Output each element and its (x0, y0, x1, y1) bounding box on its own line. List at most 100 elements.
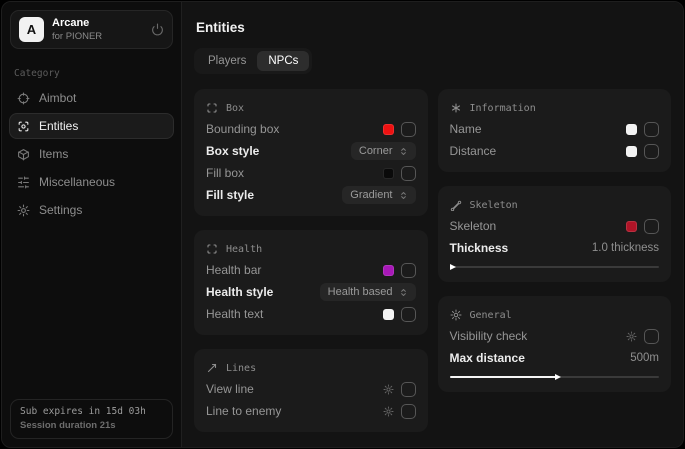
slider-thumb[interactable] (450, 264, 456, 270)
slider-thumb[interactable] (555, 374, 561, 380)
setting-row-visibility-check: Visibility check (450, 325, 660, 347)
sidebar-item-miscellaneous[interactable]: Miscellaneous (9, 169, 174, 195)
card-title: General (470, 310, 512, 321)
max-distance-value: 500m (630, 352, 659, 364)
sidebar-item-entities[interactable]: Entities (9, 113, 174, 139)
row-label: Health style (206, 285, 273, 299)
color-swatch[interactable] (383, 309, 394, 320)
package-icon (17, 148, 30, 161)
health-card-header: Health (206, 239, 416, 259)
main-panel: Entities Players NPCs Box (182, 2, 683, 447)
color-swatch[interactable] (626, 124, 637, 135)
health-card: Health Health bar Health style Health ba… (194, 230, 428, 335)
thickness-slider[interactable] (450, 262, 660, 272)
color-swatch[interactable] (383, 124, 394, 135)
row-label: Distance (450, 144, 497, 158)
box-style-dropdown[interactable]: Corner (351, 142, 416, 160)
session-duration-text: Session duration 21s (20, 420, 163, 431)
general-card-header: General (450, 305, 660, 325)
setting-row-fill-style: Fill style Gradient (206, 184, 416, 206)
checkbox[interactable] (401, 166, 416, 181)
sidebar-item-label: Entities (39, 119, 78, 133)
setting-row-box-style: Box style Corner (206, 140, 416, 162)
setting-row-max-distance: Max distance 500m (450, 347, 660, 369)
card-title: Skeleton (470, 200, 518, 211)
row-label: Fill style (206, 188, 254, 202)
app-window: A Arcane for PIONER Category A (1, 1, 684, 448)
skeleton-card: Skeleton Skeleton Thickness 1.0 thicknes… (438, 186, 672, 282)
scan-corners-icon (206, 243, 218, 255)
box-card-header: Box (206, 98, 416, 118)
crosshair-icon (17, 92, 30, 105)
sliders-icon (17, 176, 30, 189)
dropdown-value: Corner (359, 145, 393, 157)
checkbox[interactable] (401, 382, 416, 397)
tab-npcs[interactable]: NPCs (257, 51, 309, 71)
sidebar-item-label: Settings (39, 203, 82, 217)
card-title: Lines (226, 363, 256, 374)
row-label: Name (450, 122, 482, 136)
checkbox[interactable] (401, 263, 416, 278)
checkbox[interactable] (401, 122, 416, 137)
skeleton-card-header: Skeleton (450, 195, 660, 215)
thickness-value: 1.0 thickness (592, 242, 659, 254)
row-label: Bounding box (206, 122, 279, 136)
chevrons-up-down-icon (399, 147, 408, 156)
brand-subtitle: for PIONER (52, 31, 151, 42)
brand-text: Arcane for PIONER (52, 17, 151, 42)
information-card-header: Information (450, 98, 660, 118)
sidebar-item-settings[interactable]: Settings (9, 197, 174, 223)
row-label: Max distance (450, 351, 525, 365)
card-title: Health (226, 244, 262, 255)
fill-style-dropdown[interactable]: Gradient (342, 186, 415, 204)
subscription-info-card: Sub expires in 15d 03h Session duration … (10, 399, 173, 439)
card-title: Information (470, 103, 536, 114)
sidebar-item-label: Aimbot (39, 91, 76, 105)
checkbox[interactable] (644, 122, 659, 137)
entity-scan-icon (17, 120, 30, 133)
row-label: Health bar (206, 263, 261, 277)
brand-logo: A (19, 17, 44, 42)
slider-fill (450, 376, 559, 378)
sub-expiry-text: Sub expires in 15d 03h (20, 406, 163, 417)
checkbox[interactable] (644, 144, 659, 159)
row-label: Health text (206, 307, 263, 321)
tab-players[interactable]: Players (197, 51, 257, 71)
checkbox[interactable] (401, 307, 416, 322)
health-style-dropdown[interactable]: Health based (320, 283, 416, 301)
setting-row-distance: Distance (450, 140, 660, 162)
setting-row-thickness: Thickness 1.0 thickness (450, 237, 660, 259)
checkbox[interactable] (401, 404, 416, 419)
box-card: Box Bounding box Box style Corner (194, 89, 428, 216)
setting-row-line-to-enemy: Line to enemy (206, 400, 416, 422)
checkbox[interactable] (644, 329, 659, 344)
sidebar-item-label: Items (39, 147, 68, 161)
brand-card: A Arcane for PIONER (10, 10, 173, 49)
checkbox[interactable] (644, 219, 659, 234)
sidebar: A Arcane for PIONER Category A (2, 2, 182, 447)
sidebar-item-aimbot[interactable]: Aimbot (9, 85, 174, 111)
setting-row-skeleton: Skeleton (450, 215, 660, 237)
color-swatch[interactable] (626, 221, 637, 232)
card-title: Box (226, 103, 244, 114)
dropdown-value: Health based (328, 286, 393, 298)
chevrons-up-down-icon (399, 288, 408, 297)
gear-icon (450, 309, 462, 321)
sidebar-item-items[interactable]: Items (9, 141, 174, 167)
color-swatch[interactable] (383, 265, 394, 276)
color-swatch[interactable] (626, 146, 637, 157)
color-swatch[interactable] (383, 168, 394, 179)
gear-icon[interactable] (383, 384, 394, 395)
row-label: Line to enemy (206, 404, 281, 418)
diagonal-line-icon (206, 362, 218, 374)
gear-icon[interactable] (626, 331, 637, 342)
row-label: Thickness (450, 241, 509, 255)
row-label: Fill box (206, 166, 244, 180)
sidebar-nav: Aimbot Entities Items (2, 84, 181, 224)
gear-icon[interactable] (383, 406, 394, 417)
setting-row-health-style: Health style Health based (206, 281, 416, 303)
max-distance-slider[interactable] (450, 372, 660, 382)
power-icon[interactable] (151, 23, 164, 36)
bone-icon (450, 199, 462, 211)
row-label: Box style (206, 144, 259, 158)
